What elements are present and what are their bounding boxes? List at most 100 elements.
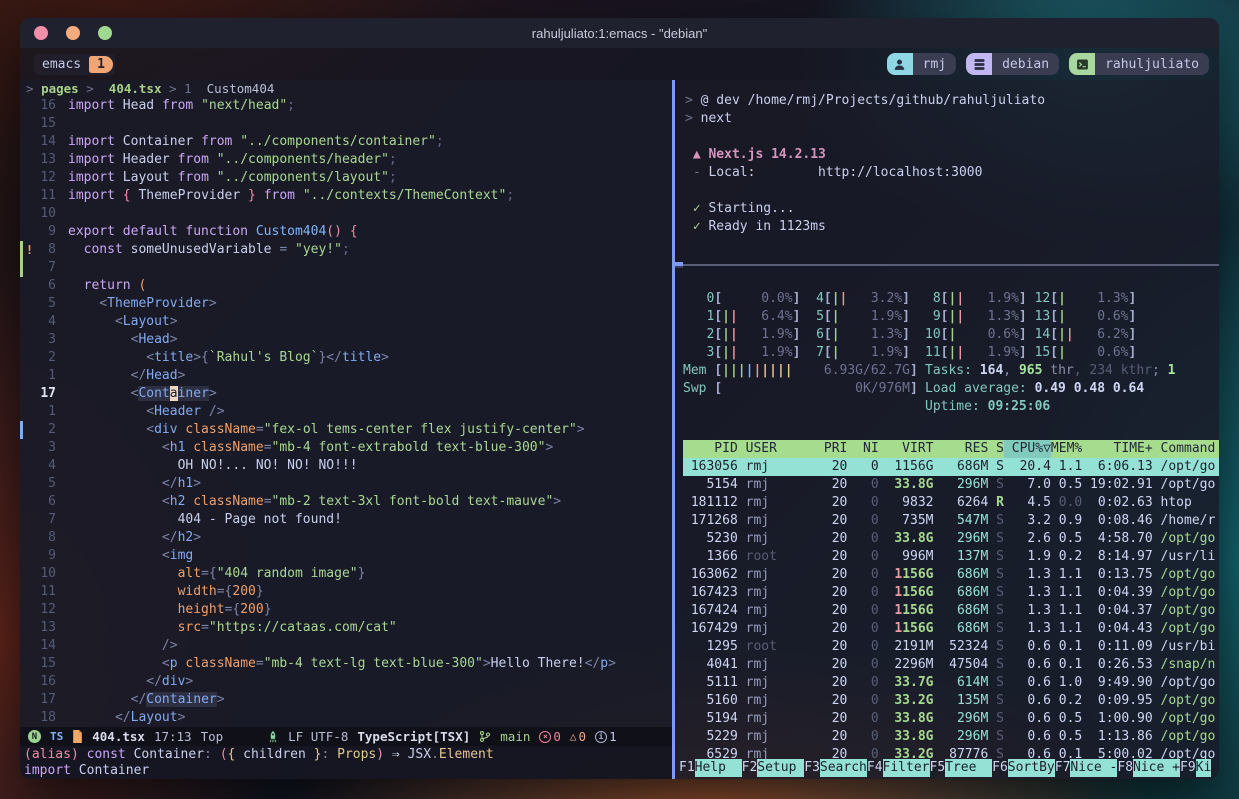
process-row[interactable]: 167429 rmj 20 0 1156G 686M S 1.3 1.1 0:0… [683,620,1219,638]
process-row[interactable]: 167424 rmj 20 0 1156G 686M S 1.3 1.1 0:0… [683,602,1219,620]
cell: 0 [847,710,878,728]
code-line[interactable]: 9 <img [20,547,672,565]
process-row[interactable]: 181112 rmj 20 0 9832 6264 R 4.5 0.0 0:02… [683,494,1219,512]
code-line[interactable]: 12import Layout from "../components/layo… [20,169,672,187]
process-row[interactable]: 1295 root 20 0 2191M 52324 S 0.6 0.1 0:1… [683,638,1219,656]
code-line[interactable]: 13 src="https://cataas.com/cat" [20,619,672,637]
code-line[interactable]: 17 <Container> [20,385,672,403]
cell: 171268 [683,512,738,530]
code-line[interactable]: !8 const someUnusedVariable = "yey!"; [20,241,672,259]
cell: 0 [847,602,878,620]
code-line[interactable]: 1 <Header /> [20,403,672,421]
tmux-statusbar: emacs 1 rmj debian rahuljuliato [20,48,1219,80]
code-line[interactable]: 3 <Head> [20,331,672,349]
process-row[interactable]: 5194 rmj 20 0 33.8G 296M S 0.6 0.5 1:00.… [683,710,1219,728]
process-row[interactable]: 5229 rmj 20 0 33.8G 296M S 0.6 0.5 1:13.… [683,728,1219,746]
column-header[interactable]: MEM% [1051,440,1082,458]
code-line[interactable]: 7 404 - Page not found! [20,511,672,529]
column-header[interactable]: VIRT [879,440,934,458]
tmux-window-tab[interactable]: emacs 1 [34,54,115,75]
process-row[interactable]: 5160 rmj 20 0 33.2G 135M S 0.6 0.2 0:09.… [683,692,1219,710]
code-line[interactable]: 16import Head from "next/head"; [20,97,672,115]
process-row[interactable]: 4041 rmj 20 0 2296M 47504 S 0.6 0.1 0:26… [683,656,1219,674]
cpu-meter-box: ||1.9% [722,326,792,344]
fkey-f6[interactable]: F6SortBy [992,759,1055,777]
token: > [209,386,217,401]
meters-right-column: 8[||1.9%] 12[|1.3%] 9[||1.3%] 13[|0.6%]1… [925,290,1219,416]
diagnostic-marker [23,601,36,619]
fkey-f4[interactable]: F4Filter [867,759,930,777]
code-line[interactable]: 2 <title>{`Rahul's Blog`}</title> [20,349,672,367]
fkey-f5[interactable]: F5Tree [930,759,993,777]
fkey-f2[interactable]: F2Setup [742,759,805,777]
token: "next/head" [193,98,287,113]
token: > [170,314,178,329]
code-line[interactable]: 12 height={200} [20,601,672,619]
diagnostic-marker [23,385,36,403]
code-line[interactable]: 5 </h1> [20,475,672,493]
code-line[interactable]: 7 [20,259,672,277]
fkey-f9[interactable]: F9Ki [1180,759,1211,777]
editor-pane[interactable]: > pages > 404.tsx > 1 Custom404 16import… [20,80,672,779]
process-row[interactable]: 1366 root 20 0 996M 137M S 1.9 0.2 8:14.… [683,548,1219,566]
column-header[interactable]: PID [683,440,738,458]
process-row[interactable]: 163062 rmj 20 0 1156G 686M S 1.3 1.1 0:1… [683,566,1219,584]
tmux-window-name: emacs [42,57,81,72]
code-line[interactable]: 2 <div className="fex-ol tems-center fle… [20,421,672,439]
code-line[interactable]: 15 [20,115,672,133]
fkey-f8[interactable]: F8Nice + [1117,759,1180,777]
code-line[interactable]: 3 <h1 className="mb-4 font-extrabold tex… [20,439,672,457]
column-header[interactable]: CPU%▽ [1004,440,1051,458]
token: > [381,350,389,365]
code-buffer[interactable]: 16import Head from "next/head";15 14impo… [20,97,672,727]
code-line[interactable]: 17 </Container> [20,691,672,709]
code-line[interactable]: 14 /> [20,637,672,655]
code-line[interactable]: 5 <ThemeProvider> [20,295,672,313]
column-header[interactable]: TIME+ [1082,440,1152,458]
code-line[interactable]: 6 <h2 className="mb-2 text-3xl font-bold… [20,493,672,511]
code-line[interactable]: 18 </Layout> [20,709,672,727]
process-row[interactable]: 5154 rmj 20 0 33.8G 296M S 7.0 0.5 19:02… [683,476,1219,494]
process-row[interactable]: 5230 rmj 20 0 33.8G 296M S 2.6 0.5 4:58.… [683,530,1219,548]
column-header[interactable]: Command [1153,440,1216,458]
token [68,278,84,293]
column-header[interactable]: PRI [816,440,847,458]
code-line[interactable]: 1 </Head> [20,367,672,385]
fkey-f7[interactable]: F7Nice - [1055,759,1118,777]
process-row[interactable]: 171268 rmj 20 0 735M 547M S 3.2 0.9 0:08… [683,512,1219,530]
code-line[interactable]: 11import { ThemeProvider } from "../cont… [20,187,672,205]
token: Head [115,98,162,113]
code-line[interactable]: 4 <Layout> [20,313,672,331]
code-line[interactable]: 10 [20,205,672,223]
code-line[interactable]: 13import Header from "../components/head… [20,151,672,169]
tmux-status-right: rmj debian rahuljuliato [887,53,1209,75]
process-row[interactable]: 5111 rmj 20 0 33.7G 614M S 0.6 1.0 9:49.… [683,674,1219,692]
htop-pane[interactable]: 0[0.0%] 4[||3.2%] 1[||6.4%] 5[|1.9%] 2[|… [675,266,1219,779]
cell: 47504 [934,656,989,674]
fkey-label: Search [820,759,867,777]
cpu-meter-13: 13[|0.6%] [1035,309,1137,324]
code-line[interactable]: 6 return ( [20,277,672,295]
code-line[interactable]: 14import Container from "../components/c… [20,133,672,151]
column-header[interactable]: S [988,440,1004,458]
column-header[interactable]: NI [847,440,878,458]
process-table-header[interactable]: PID USER PRI NI VIRT RES S CPU%▽MEM% TIM… [683,440,1219,458]
cell: 33.8G [879,710,934,728]
code-line[interactable]: 10 alt={"404 random image"} [20,565,672,583]
token: } [240,188,263,203]
code-line[interactable]: 4 OH NO!... NO! NO! NO!!! [20,457,672,475]
code-line[interactable]: 9export default function Custom404() { [20,223,672,241]
process-row[interactable]: 163056 rmj 20 0 1156G 686M S 20.4 1.1 6:… [683,458,1219,476]
process-row[interactable]: 167423 rmj 20 0 1156G 686M S 1.3 1.1 0:0… [683,584,1219,602]
fkey-f3[interactable]: F3Search [804,759,867,777]
code-line[interactable]: 16 </div> [20,673,672,691]
dev-server-pane[interactable]: > @ dev /home/rmj/Projects/github/rahulj… [675,80,1219,264]
code-line[interactable]: 8 </h2> [20,529,672,547]
code-line[interactable]: 11 width={200} [20,583,672,601]
cell: 167424 [683,602,738,620]
fkey-f1[interactable]: F1Help [679,759,742,777]
code-line[interactable]: 15 <p className="mb-4 text-lg text-blue-… [20,655,672,673]
evil-mode-indicator: N [28,730,41,743]
column-header[interactable]: USER [738,440,816,458]
column-header[interactable]: RES [934,440,989,458]
